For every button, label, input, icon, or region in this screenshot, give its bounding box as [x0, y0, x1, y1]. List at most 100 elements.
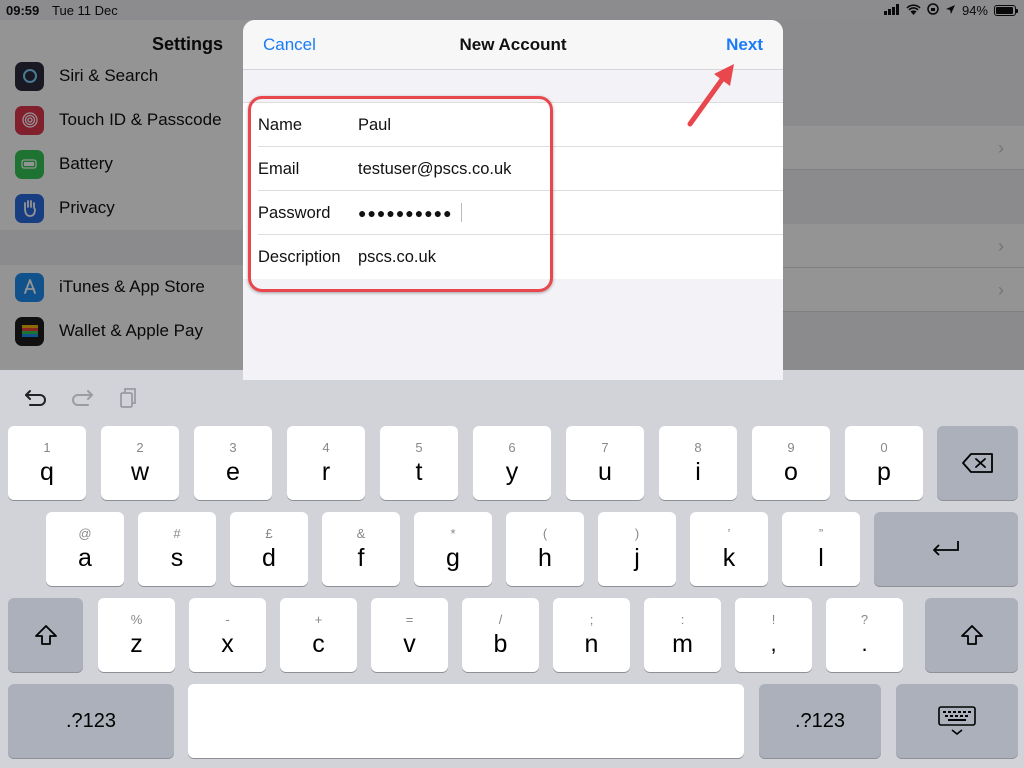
highlight-box: [248, 96, 553, 292]
key-secondary-label: +: [314, 612, 323, 627]
numbers-key-label: .?123: [794, 709, 846, 732]
key-primary-label: i: [695, 458, 701, 486]
key-comma[interactable]: !,: [735, 598, 812, 672]
key-v[interactable]: = v: [371, 598, 448, 672]
key-t[interactable]: 5t: [380, 426, 458, 500]
return-key[interactable]: [874, 512, 1018, 586]
key-secondary-label: ”: [818, 526, 824, 541]
sheet-title: New Account: [459, 35, 567, 54]
key-secondary-label: #: [173, 526, 181, 541]
key-s[interactable]: # s: [138, 512, 216, 586]
key-e[interactable]: 3e: [194, 426, 272, 500]
key-primary-label: s: [170, 544, 184, 572]
delete-key[interactable]: [937, 426, 1018, 500]
key-primary-label: l: [818, 544, 824, 572]
key-y[interactable]: 6y: [473, 426, 551, 500]
key-secondary-label: 8: [694, 440, 702, 455]
key-secondary-label: =: [405, 612, 414, 627]
key-primary-label: x: [221, 630, 234, 658]
key-primary-label: p: [877, 458, 891, 486]
key-secondary-label: @: [78, 526, 92, 541]
key-primary-label: z: [130, 630, 143, 658]
shift-key-right[interactable]: [925, 598, 1018, 672]
key-u[interactable]: 7u: [566, 426, 644, 500]
shift-icon: [34, 625, 57, 645]
key-primary-label: w: [130, 458, 150, 486]
shift-key-left[interactable]: [8, 598, 83, 672]
key-r[interactable]: 4r: [287, 426, 365, 500]
key-i[interactable]: 8i: [659, 426, 737, 500]
key-q[interactable]: 1q: [8, 426, 86, 500]
onscreen-keyboard: 1q2w3e4r5t6y7u8i9o0p @ a # s £ d & f * g(h) j’ k” l …: [0, 370, 1024, 768]
next-button[interactable]: Next: [726, 35, 763, 55]
key-secondary-label: ’: [727, 526, 731, 541]
key-n[interactable]: ; n: [553, 598, 630, 672]
shift-icon: [960, 625, 983, 645]
key-secondary-label: ;: [589, 612, 594, 627]
key-p[interactable]: 0p: [845, 426, 923, 500]
numbers-key-left[interactable]: .?123: [8, 684, 174, 758]
key-c[interactable]: + c: [280, 598, 357, 672]
key-primary-label: .: [861, 631, 868, 656]
key-secondary-label: 0: [880, 440, 888, 455]
backspace-icon: [961, 453, 993, 473]
key-b[interactable]: / b: [462, 598, 539, 672]
key-primary-label: ,: [770, 631, 777, 656]
key-primary-label: g: [446, 544, 460, 572]
key-primary-label: y: [505, 458, 519, 486]
key-secondary-label: :: [680, 612, 685, 627]
key-secondary-label: 7: [601, 440, 609, 455]
key-secondary-label: !: [771, 612, 776, 627]
key-secondary-label: ): [634, 526, 640, 541]
key-secondary-label: %: [130, 612, 143, 627]
key-w[interactable]: 2w: [101, 426, 179, 500]
key-primary-label: v: [403, 630, 416, 658]
key-secondary-label: 5: [415, 440, 423, 455]
dismiss-keyboard-key[interactable]: [896, 684, 1018, 758]
key-k[interactable]: ’ k: [690, 512, 768, 586]
key-primary-label: u: [598, 458, 612, 486]
key-primary-label: r: [321, 458, 331, 486]
key-secondary-label: 9: [787, 440, 795, 455]
key-secondary-label: 4: [322, 440, 330, 455]
key-h[interactable]: (h: [506, 512, 584, 586]
key-primary-label: k: [722, 544, 736, 572]
key-secondary-label: /: [498, 612, 503, 627]
key-g[interactable]: * g: [414, 512, 492, 586]
key-z[interactable]: % z: [98, 598, 175, 672]
key-secondary-label: 1: [43, 440, 51, 455]
paste-icon[interactable]: [114, 384, 142, 412]
key-primary-label: b: [493, 630, 508, 658]
key-secondary-label: £: [265, 526, 273, 541]
key-secondary-label: &: [356, 526, 366, 541]
key-primary-label: t: [415, 458, 423, 486]
key-secondary-label: *: [450, 526, 456, 541]
key-primary-label: q: [40, 458, 54, 486]
key-primary-label: e: [226, 458, 240, 486]
key-secondary-label: -: [225, 612, 230, 627]
key-primary-label: a: [78, 544, 92, 572]
redo-icon[interactable]: [68, 384, 96, 412]
key-m[interactable]: :m: [644, 598, 721, 672]
key-primary-label: m: [672, 630, 693, 658]
return-icon: [933, 541, 959, 556]
key-d[interactable]: £ d: [230, 512, 308, 586]
space-key[interactable]: [188, 684, 744, 758]
undo-icon[interactable]: [22, 384, 50, 412]
key-a[interactable]: @ a: [46, 512, 124, 586]
key-secondary-label: (: [542, 526, 548, 541]
key-primary-label: d: [262, 544, 276, 572]
key-j[interactable]: ) j: [598, 512, 676, 586]
numbers-key-right[interactable]: .?123: [759, 684, 881, 758]
key-secondary-label: 2: [136, 440, 144, 455]
key-primary-label: j: [634, 544, 640, 572]
key-period[interactable]: ?.: [826, 598, 903, 672]
numbers-key-label: .?123: [65, 709, 117, 732]
key-primary-label: n: [584, 630, 599, 658]
keyboard-dismiss-icon: [938, 706, 976, 736]
key-x[interactable]: -x: [189, 598, 266, 672]
key-o[interactable]: 9o: [752, 426, 830, 500]
key-l[interactable]: ” l: [782, 512, 860, 586]
key-f[interactable]: & f: [322, 512, 400, 586]
annotation-arrow-icon: [687, 64, 734, 127]
